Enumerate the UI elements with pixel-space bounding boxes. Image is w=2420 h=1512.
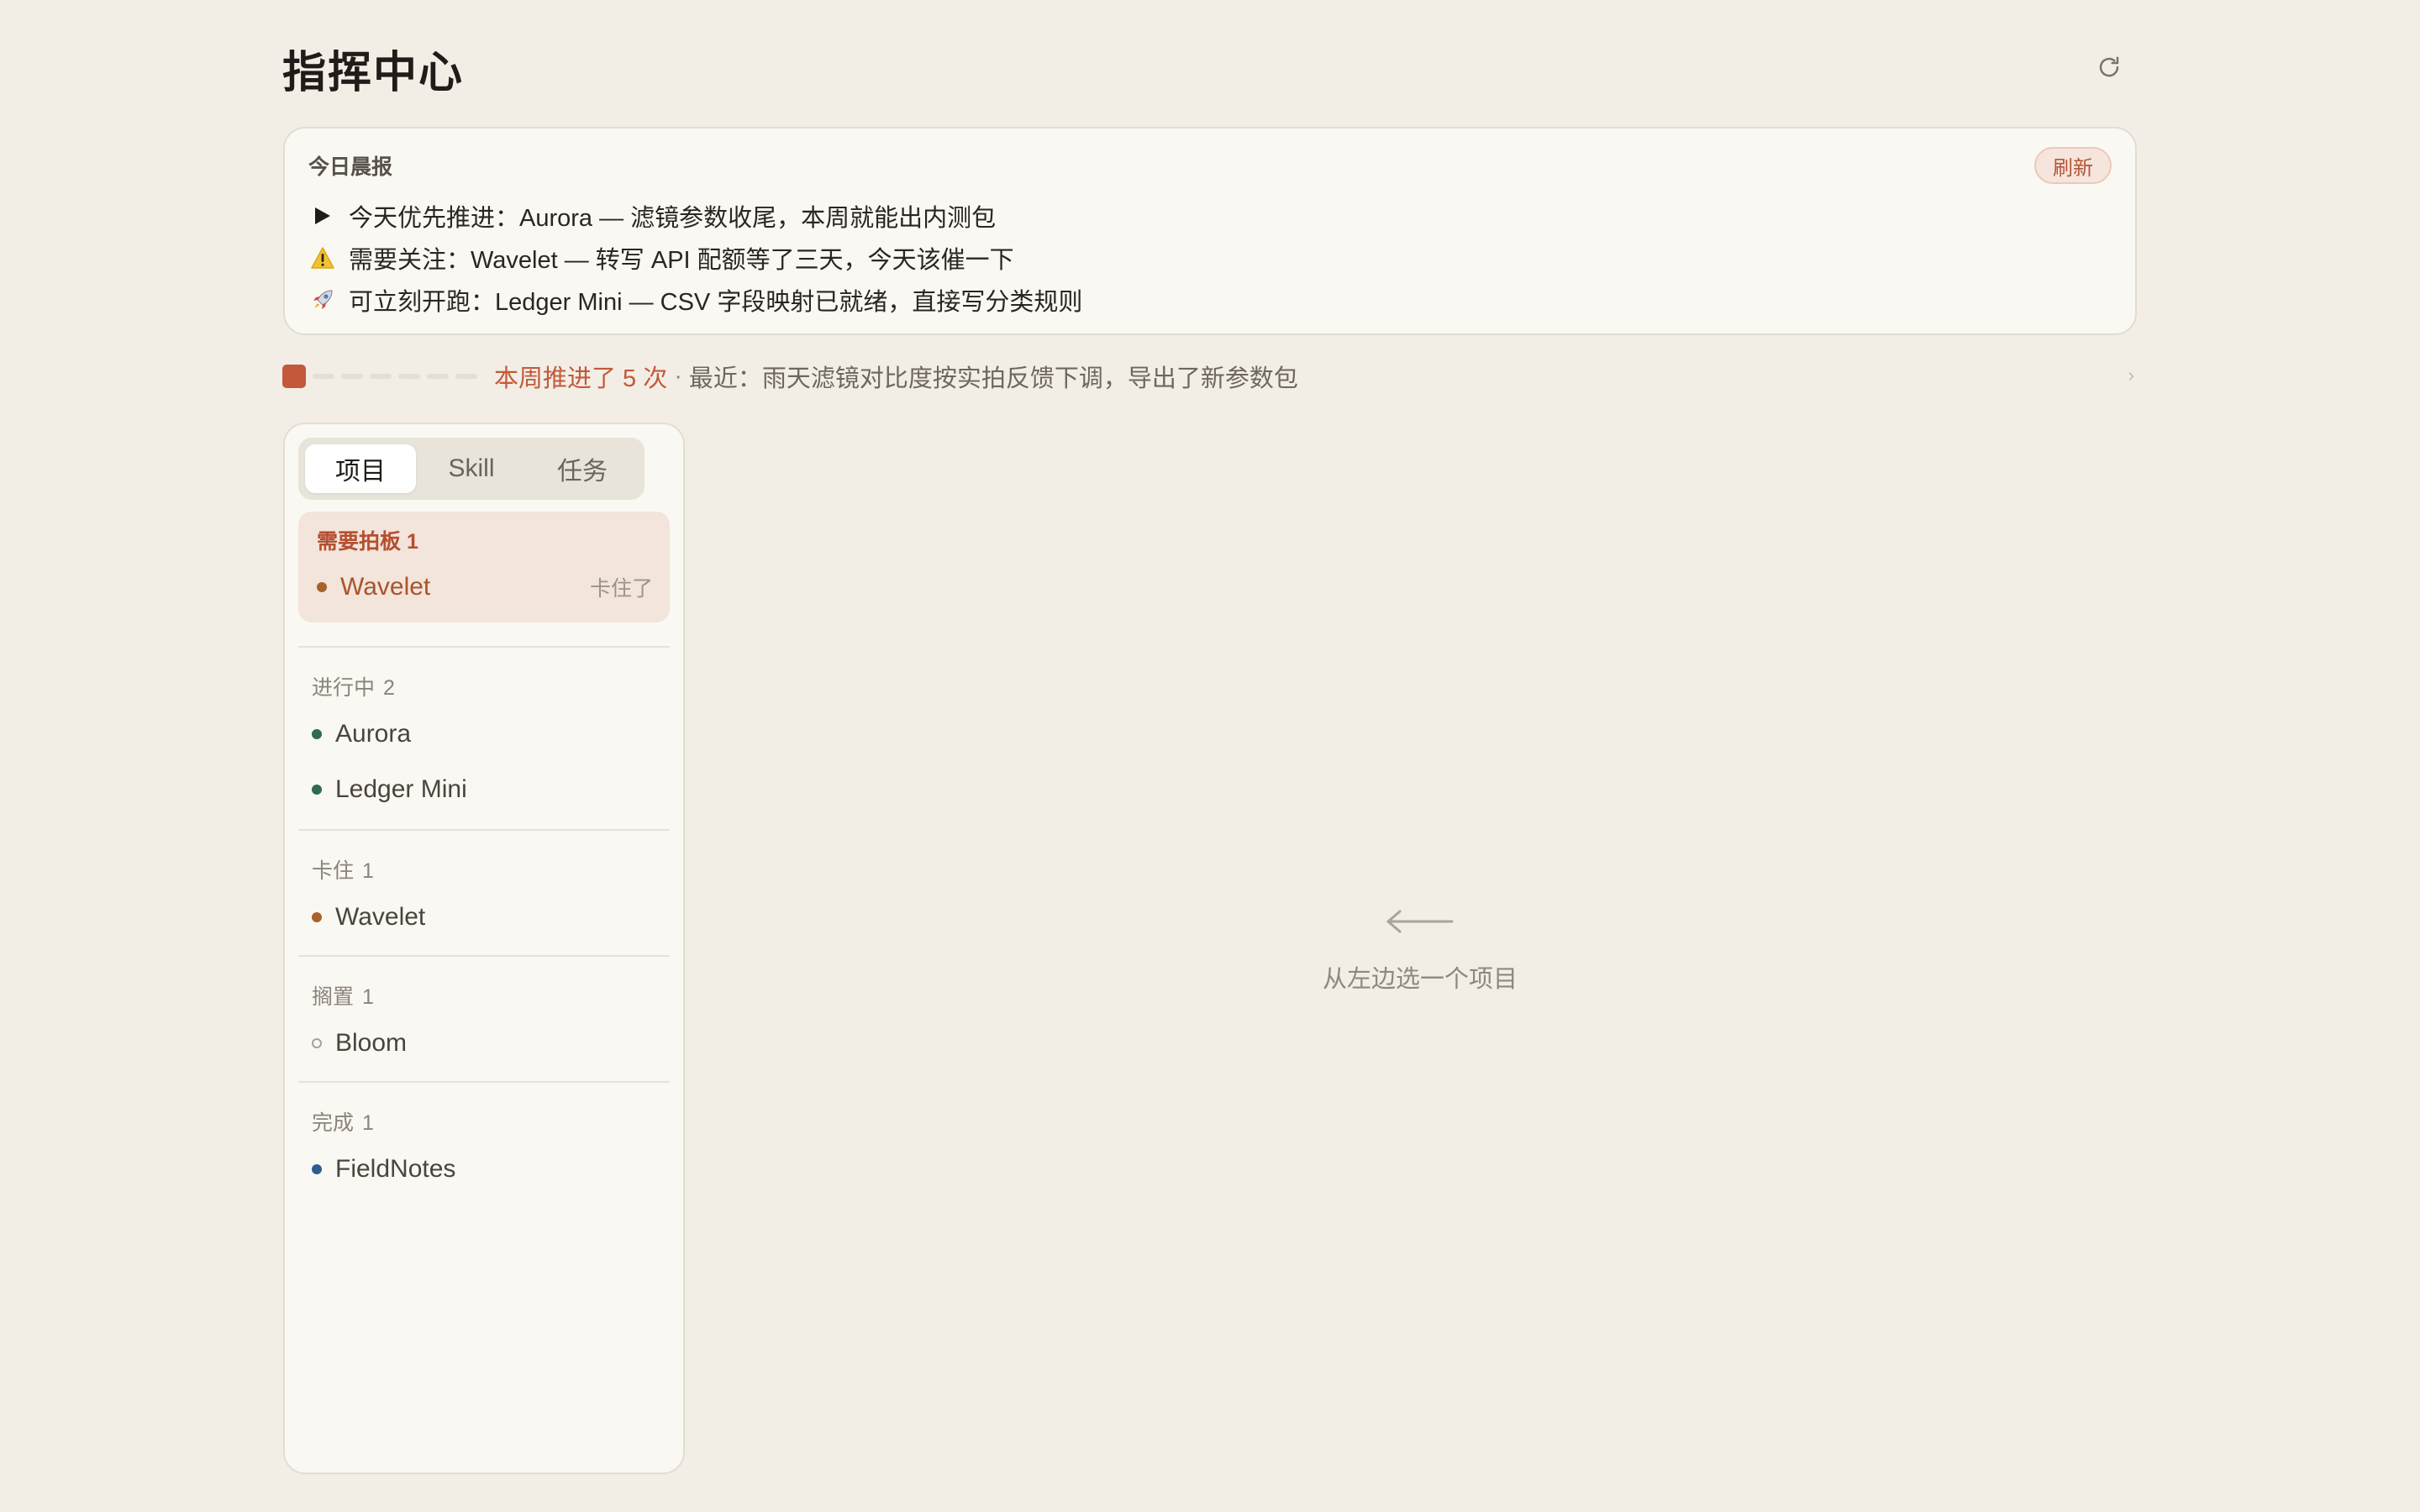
group-header-in-progress: 进行中 2 bbox=[312, 676, 395, 700]
briefing-line: 需要关注：Wavelet — 转写 API 配额等了三天，今天该催一下 bbox=[308, 239, 1014, 276]
play-triangle-icon bbox=[308, 202, 337, 230]
project-name: FieldNotes bbox=[335, 1155, 456, 1183]
project-item-wavelet[interactable]: Wavelet bbox=[312, 896, 656, 938]
divider bbox=[298, 955, 670, 957]
progress-segment bbox=[455, 374, 477, 379]
status-dot bbox=[312, 1164, 322, 1174]
project-item-bloom[interactable]: Bloom bbox=[312, 1022, 656, 1064]
briefing-line-text: 可立刻开跑：Ledger Mini — CSV 字段映射已就绪，直接写分类规则 bbox=[349, 289, 1083, 316]
project-name: Wavelet bbox=[340, 573, 431, 601]
tab-tasks[interactable]: 任务 bbox=[527, 444, 638, 493]
reload-button[interactable] bbox=[2091, 49, 2128, 86]
project-item-aurora[interactable]: Aurora bbox=[312, 713, 656, 755]
divider bbox=[298, 646, 670, 648]
project-name: Bloom bbox=[335, 1029, 408, 1057]
sidebar-tabs: 项目 Skill 任务 bbox=[298, 438, 644, 500]
warning-icon bbox=[308, 244, 337, 272]
progress-segment bbox=[341, 374, 363, 379]
status-dot bbox=[317, 582, 327, 592]
briefing-line: 今天优先推进：Aurora — 滤镜参数收尾，本周就能出内测包 bbox=[308, 197, 996, 234]
briefing-title: 今日晨报 bbox=[308, 155, 393, 179]
chevron-right-icon[interactable]: › bbox=[2128, 365, 2134, 386]
progress-segment bbox=[398, 374, 420, 379]
weekly-progress-summary: 本周推进了 5 次 bbox=[494, 365, 668, 392]
rocket-icon bbox=[308, 286, 337, 314]
status-dot bbox=[312, 1038, 322, 1048]
divider bbox=[298, 1081, 670, 1083]
briefing-line: 可立刻开跑：Ledger Mini — CSV 字段映射已就绪，直接写分类规则 bbox=[308, 281, 1082, 318]
project-name: Aurora bbox=[335, 720, 412, 748]
briefing-refresh-button[interactable]: 刷新 bbox=[2034, 147, 2112, 184]
needs-decision-header: 需要拍板 1 bbox=[317, 530, 418, 554]
status-dot bbox=[312, 729, 322, 739]
progress-separator: · bbox=[674, 362, 682, 390]
page-title: 指挥中心 bbox=[282, 47, 465, 98]
progress-segment bbox=[313, 374, 334, 379]
project-item-fieldnotes[interactable]: FieldNotes bbox=[312, 1148, 656, 1190]
briefing-line-text: 今天优先推进：Aurora — 滤镜参数收尾，本周就能出内测包 bbox=[349, 205, 997, 232]
daily-briefing-card: 今日晨报 刷新 今天优先推进：Aurora — 滤镜参数收尾，本周就能出内测包 … bbox=[283, 127, 2137, 335]
empty-state-text: 从左边选一个项目 bbox=[1322, 966, 1518, 993]
group-header-done: 完成 1 bbox=[312, 1111, 374, 1135]
tab-skill[interactable]: Skill bbox=[416, 444, 527, 493]
project-name: Ledger Mini bbox=[335, 775, 467, 803]
tab-projects[interactable]: 项目 bbox=[305, 444, 416, 493]
project-item-ledger-mini[interactable]: Ledger Mini bbox=[312, 769, 656, 811]
project-sidebar: 项目 Skill 任务 需要拍板 1 Wavelet 卡住了 进行中 2 Auro… bbox=[283, 423, 685, 1474]
group-header-paused: 搁置 1 bbox=[312, 985, 374, 1009]
recent-progress-text: 最近：雨天滤镜对比度按实拍反馈下调，导出了新参数包 bbox=[688, 365, 1298, 392]
status-tag: 卡住了 bbox=[589, 577, 653, 601]
project-item-wavelet-attention[interactable]: Wavelet 卡住了 bbox=[317, 569, 653, 606]
status-dot bbox=[312, 912, 322, 922]
empty-state: 从左边选一个项目 bbox=[1244, 907, 1597, 1025]
progress-segment bbox=[427, 374, 449, 379]
progress-segment bbox=[370, 374, 392, 379]
weekly-progress-row[interactable]: 本周推进了 5 次 · 最近：雨天滤镜对比度按实拍反馈下调，导出了新参数包 › bbox=[282, 360, 2139, 393]
needs-decision-section: 需要拍板 1 Wavelet 卡住了 bbox=[298, 512, 670, 622]
divider bbox=[298, 829, 670, 831]
progress-segment-active bbox=[282, 365, 306, 388]
briefing-line-text: 需要关注：Wavelet — 转写 API 配额等了三天，今天该催一下 bbox=[349, 247, 1014, 274]
status-dot bbox=[312, 785, 322, 795]
project-name: Wavelet bbox=[335, 903, 426, 931]
refresh-cw-icon bbox=[2099, 56, 2119, 77]
arrow-left-icon bbox=[1386, 910, 1454, 933]
group-header-blocked: 卡住 1 bbox=[312, 859, 374, 883]
